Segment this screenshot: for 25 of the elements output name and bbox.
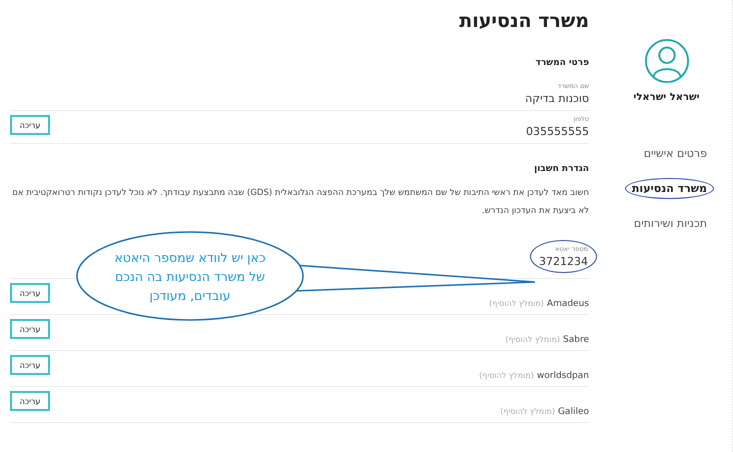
recommendation-hint: (מומלץ להוסיף) — [489, 299, 544, 308]
field-value: 3721234 — [539, 255, 588, 268]
nav-item[interactable]: תכניות ושירותים — [626, 213, 714, 234]
section-description: חשוב מאד לעדכן את ראשי התיבות של שם המשתמש שלך במערכת ההפצה הגלובאלית (GDS) שבה מתבצעת עבודתך. לא נוכל לעדכן נקודות רטרואקטיבית אם לא ביצעת את העדכון הנדרש. — [11, 187, 589, 218]
recommendation-hint: (מומלץ להוסיף) — [500, 407, 555, 416]
system-name: Galileo — [558, 407, 589, 417]
edit-button[interactable]: עריכה — [10, 319, 50, 339]
recommendation-hint: (מומלץ להוסיף) — [505, 335, 560, 344]
user-avatar-icon — [644, 38, 690, 84]
edit-button[interactable]: עריכה — [10, 355, 50, 375]
nav-item[interactable]: פרטים אישיים — [636, 143, 714, 164]
recommendation-hint: (מומלץ להוסיף) — [479, 371, 534, 380]
section-title: הגדרת חשבון — [533, 164, 589, 174]
system-name: Amadeus — [546, 299, 589, 309]
system-name: worldsdpan — [536, 371, 589, 381]
edit-button[interactable]: עריכה — [10, 283, 50, 303]
callout-text: כאן יש לוודא שמספר היאטא של משרד הנסיעות בה הנכם עובדים, מעודכן — [113, 249, 267, 305]
user-name: ישראל ישראלי — [633, 92, 700, 103]
field-value: 035555555 — [526, 125, 589, 138]
page-title: משרד הנסיעות — [458, 10, 589, 32]
system-name: Sabre — [563, 335, 589, 345]
field-value: סוכנות בדיקה — [525, 92, 589, 105]
section-title: פרטי המשרד — [534, 58, 589, 68]
edit-button[interactable]: עריכה — [10, 391, 50, 411]
edit-button[interactable]: עריכה — [10, 115, 50, 135]
